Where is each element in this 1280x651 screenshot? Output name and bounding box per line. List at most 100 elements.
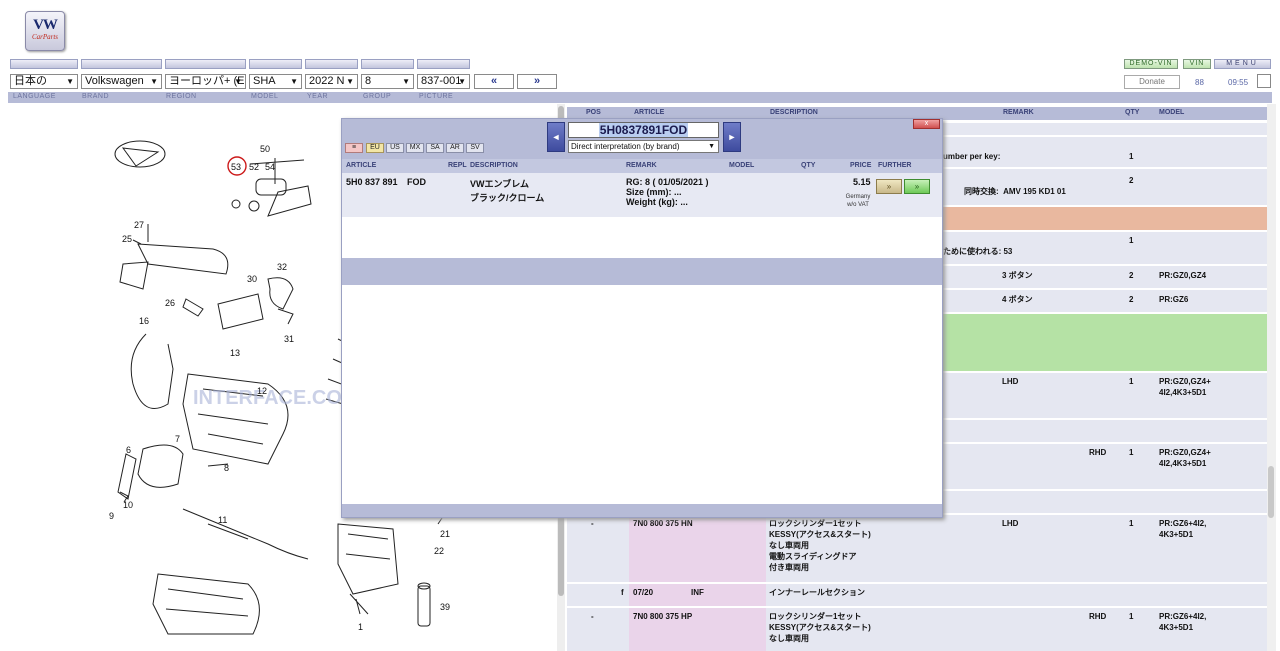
app-window: VW CarParts DEMO-VIN VIN MENU 日本の ▼ Volks… — [0, 0, 1280, 651]
pcol-further: FURTHER — [878, 162, 912, 169]
callout-54[interactable]: 54 — [265, 162, 275, 172]
callout-21[interactable]: 21 — [440, 529, 450, 539]
callout-31[interactable]: 31 — [284, 334, 294, 344]
close-button[interactable]: x — [913, 119, 940, 129]
region-us-button[interactable]: US — [386, 143, 404, 153]
cell-qty: 2 — [1129, 271, 1134, 280]
cell-qty: 2 — [1129, 176, 1134, 185]
result-row[interactable]: 5H0 837 891 FOD VWエンブレム ブラック/クローム RG: 8 … — [342, 173, 942, 217]
cell-desc: ロックシリンダー1セット KESSY(アクセス&スタート) なし車両用 電動スラ… — [769, 519, 871, 572]
callout-52[interactable]: 52 — [249, 162, 259, 172]
pcol-remark: REMARK — [626, 162, 657, 169]
callout-30[interactable]: 30 — [247, 274, 257, 284]
clock: 09:55 — [1228, 78, 1249, 87]
further-go-button[interactable]: » — [904, 179, 930, 194]
pcol-price: PRICE — [850, 162, 872, 169]
model-bar — [249, 59, 302, 69]
callout-1[interactable]: 1 — [358, 622, 363, 632]
callout-7[interactable]: 7 — [175, 434, 180, 444]
result-article[interactable]: 5H0 837 891 — [346, 177, 398, 188]
region-sa-button[interactable]: SA — [426, 143, 444, 153]
picture-value: 837-001 — [421, 75, 462, 87]
chevron-down-icon: ▼ — [458, 77, 466, 86]
result-desc-2: ブラック/クローム — [470, 193, 545, 203]
prev-result-button[interactable]: ◄ — [547, 122, 565, 152]
cell-desc: 同時交換: AMV 195 KD1 01 — [964, 187, 1066, 196]
popup-header: x ◄ ► 5H0837891FOD Direct interpretation… — [342, 119, 942, 159]
table-row[interactable]: - 7N0 800 375 HP ロックシリンダー1セット KESSY(アクセス… — [567, 608, 1267, 651]
demo-vin-button[interactable]: DEMO-VIN — [1124, 59, 1178, 69]
year-select[interactable]: 2022 N ▼ — [305, 74, 358, 89]
table-row[interactable]: f 07/20 INF インナーレールセクション — [567, 584, 1267, 606]
callout-11[interactable]: 11 — [218, 515, 227, 525]
logo-text: VW — [33, 17, 58, 33]
cell-article[interactable]: 7N0 800 375 HN — [633, 518, 693, 529]
vin-button[interactable]: VIN — [1183, 59, 1211, 69]
cell-remark: LHD — [1002, 519, 1019, 528]
cell-remark: LHD — [1002, 377, 1019, 386]
region-sv-button[interactable]: SV — [466, 143, 484, 153]
callout-13[interactable]: 13 — [230, 348, 240, 358]
cell-article[interactable]: 7N0 800 375 HP — [633, 611, 692, 622]
pcol-repl: REPL — [448, 162, 467, 169]
chevron-down-icon: ▼ — [402, 77, 410, 86]
brand-label: BRAND — [82, 93, 110, 100]
cell-remark: RHD — [1089, 612, 1107, 621]
cell-qty: 1 — [1129, 377, 1134, 386]
callout-16[interactable]: 16 — [139, 316, 149, 326]
region-select[interactable]: ヨーロッパ+ (E ▼ — [165, 74, 246, 89]
model-value: SHA — [253, 75, 276, 87]
callout-8[interactable]: 8 — [224, 463, 229, 473]
table-scroll-thumb[interactable] — [1268, 466, 1274, 518]
interpretation-select[interactable]: Direct interpretation (by brand) ▼ — [568, 140, 719, 153]
picture-select[interactable]: 837-001 ▼ — [417, 74, 470, 89]
brand-select[interactable]: Volkswagen ▼ — [81, 74, 162, 89]
logo[interactable]: VW CarParts — [25, 11, 65, 51]
region-all-button[interactable]: ≡ — [345, 143, 363, 153]
cell-model: PR:GZ6+4I2, 4K3+5D1 — [1159, 612, 1207, 632]
language-select[interactable]: 日本の ▼ — [10, 74, 78, 89]
model-select[interactable]: SHA ▼ — [249, 74, 302, 89]
checkbox[interactable] — [1257, 74, 1271, 88]
search-value: 5H0837891FOD — [598, 123, 689, 137]
counter: 88 — [1195, 78, 1204, 87]
table-scrollbar[interactable] — [1267, 104, 1276, 651]
menu-button[interactable]: MENU — [1214, 59, 1271, 69]
callout-26[interactable]: 26 — [165, 298, 175, 308]
table-row[interactable]: - 7N0 800 375 HN ロックシリンダー1セット KESSY(アクセス… — [567, 515, 1267, 582]
group-select[interactable]: 8 ▼ — [361, 74, 414, 89]
callout-50[interactable]: 50 — [260, 144, 270, 154]
callout-27[interactable]: 27 — [134, 220, 144, 230]
callout-9[interactable]: 9 — [109, 511, 114, 521]
callout-53[interactable]: 53 — [231, 162, 241, 172]
region-label: REGION — [166, 93, 197, 100]
search-input[interactable]: 5H0837891FOD — [568, 122, 719, 138]
pcol-description: DESCRIPTION — [470, 162, 518, 169]
region-mx-button[interactable]: MX — [406, 143, 424, 153]
cell-qty: 1 — [1129, 448, 1134, 457]
callout-39[interactable]: 39 — [440, 602, 450, 612]
prev-picture-button[interactable]: « — [474, 74, 514, 89]
cell-model: PR:GZ6+4I2, 4K3+5D1 — [1159, 519, 1207, 539]
callout-6[interactable]: 6 — [126, 445, 131, 455]
cell-remark: RHD — [1089, 448, 1107, 457]
region-ar-button[interactable]: AR — [446, 143, 464, 153]
further-info-button[interactable]: » — [876, 179, 902, 194]
callout-22[interactable]: 22 — [434, 546, 444, 556]
emblem-v — [121, 147, 160, 167]
key-fob-shape — [255, 178, 287, 196]
cell-model: PR:GZ0,GZ4+ 4I2,4K3+5D1 — [1159, 448, 1211, 468]
next-result-button[interactable]: ► — [723, 122, 741, 152]
callout-32[interactable]: 32 — [277, 262, 287, 272]
next-picture-button[interactable]: » — [517, 74, 557, 89]
cell-pos: - — [591, 519, 594, 528]
callout-25[interactable]: 25 — [122, 234, 132, 244]
cell-desc: umber per key: — [943, 152, 1001, 161]
key-shape — [267, 185, 312, 217]
year-bar — [305, 59, 358, 69]
donate-button[interactable]: Donate — [1124, 75, 1180, 89]
region-eu-button[interactable]: EU — [366, 143, 384, 153]
callout-12[interactable]: 12 — [257, 386, 267, 396]
callout-10[interactable]: 10 — [123, 500, 133, 510]
cell-remark: 4 ボタン — [1002, 295, 1033, 304]
